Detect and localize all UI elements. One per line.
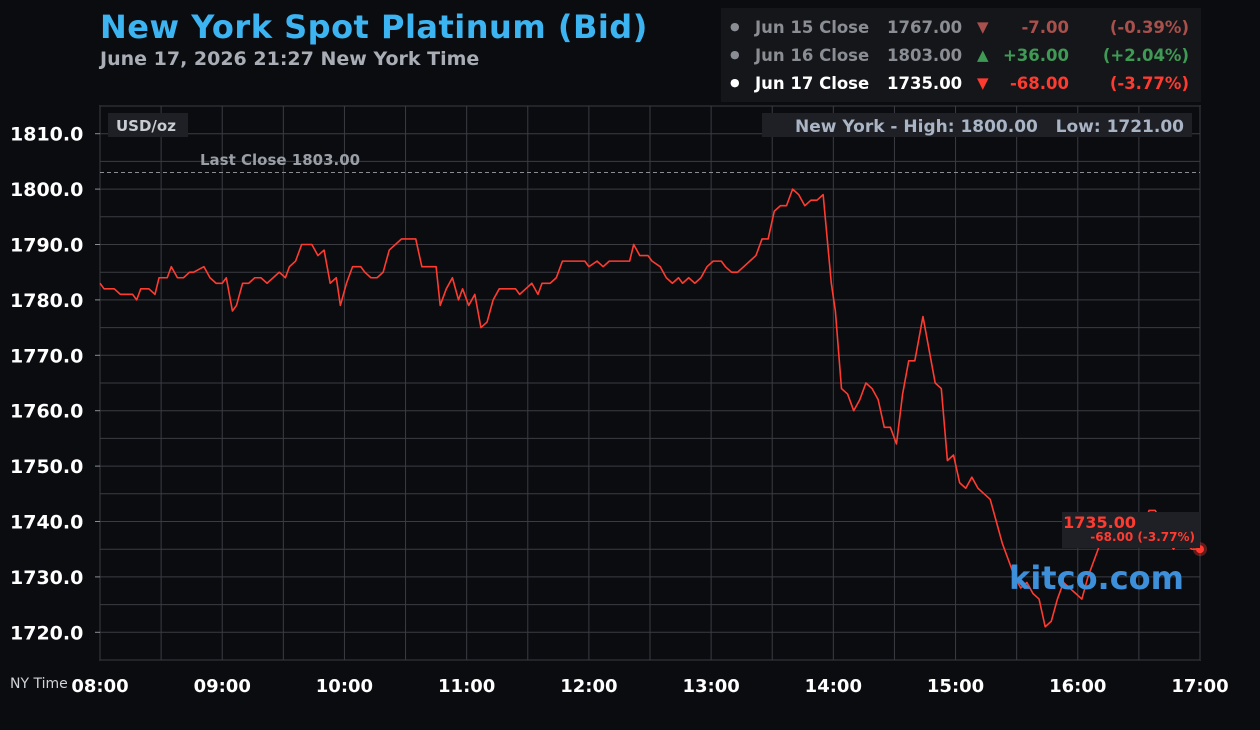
kitco-watermark: kitco.com <box>1009 559 1184 597</box>
x-tick-label: 10:00 <box>316 676 373 697</box>
x-tick-label: 11:00 <box>438 676 495 697</box>
last-close-label: Last Close 1803.00 <box>200 151 360 169</box>
y-tick-label: 1720.0 <box>10 622 83 644</box>
x-tick-label: 12:00 <box>560 676 617 697</box>
y-tick-label: 1740.0 <box>10 512 83 534</box>
y-tick-label: 1770.0 <box>10 345 83 367</box>
price-chart: 1720.0 1730.0 1740.0 1750.0 1760.0 1770.0 1780… <box>10 105 1229 697</box>
x-tick-label: 08:00 <box>71 676 128 697</box>
x-axis-title: NY Time <box>10 676 68 692</box>
y-axis: 1720.0 1730.0 1740.0 1750.0 1760.0 1770.0 1780… <box>10 124 100 644</box>
x-tick-label: 15:00 <box>927 676 984 697</box>
x-axis: 08:00 09:00 10:00 11:00 12:00 13:00 14:00 15:00… <box>71 676 1228 697</box>
y-tick-label: 1760.0 <box>10 401 83 423</box>
x-tick-label: 14:00 <box>805 676 862 697</box>
x-tick-label: 09:00 <box>194 676 251 697</box>
y-tick-label: 1810.0 <box>10 124 83 146</box>
x-tick-label: 17:00 <box>1171 676 1228 697</box>
x-tick-label: 13:00 <box>682 676 739 697</box>
y-tick-label: 1750.0 <box>10 456 83 478</box>
high-low-label: New York - High: 1800.00 Low: 1721.00 <box>795 117 1184 137</box>
y-tick-label: 1800.0 <box>10 179 83 201</box>
y-tick-label: 1790.0 <box>10 235 83 257</box>
y-tick-label: 1730.0 <box>10 567 83 589</box>
current-change-label: -68.00 (-3.77%) <box>1090 530 1195 544</box>
y-tick-label: 1780.0 <box>10 290 83 312</box>
x-tick-label: 16:00 <box>1049 676 1106 697</box>
units-label: USD/oz <box>116 117 176 135</box>
